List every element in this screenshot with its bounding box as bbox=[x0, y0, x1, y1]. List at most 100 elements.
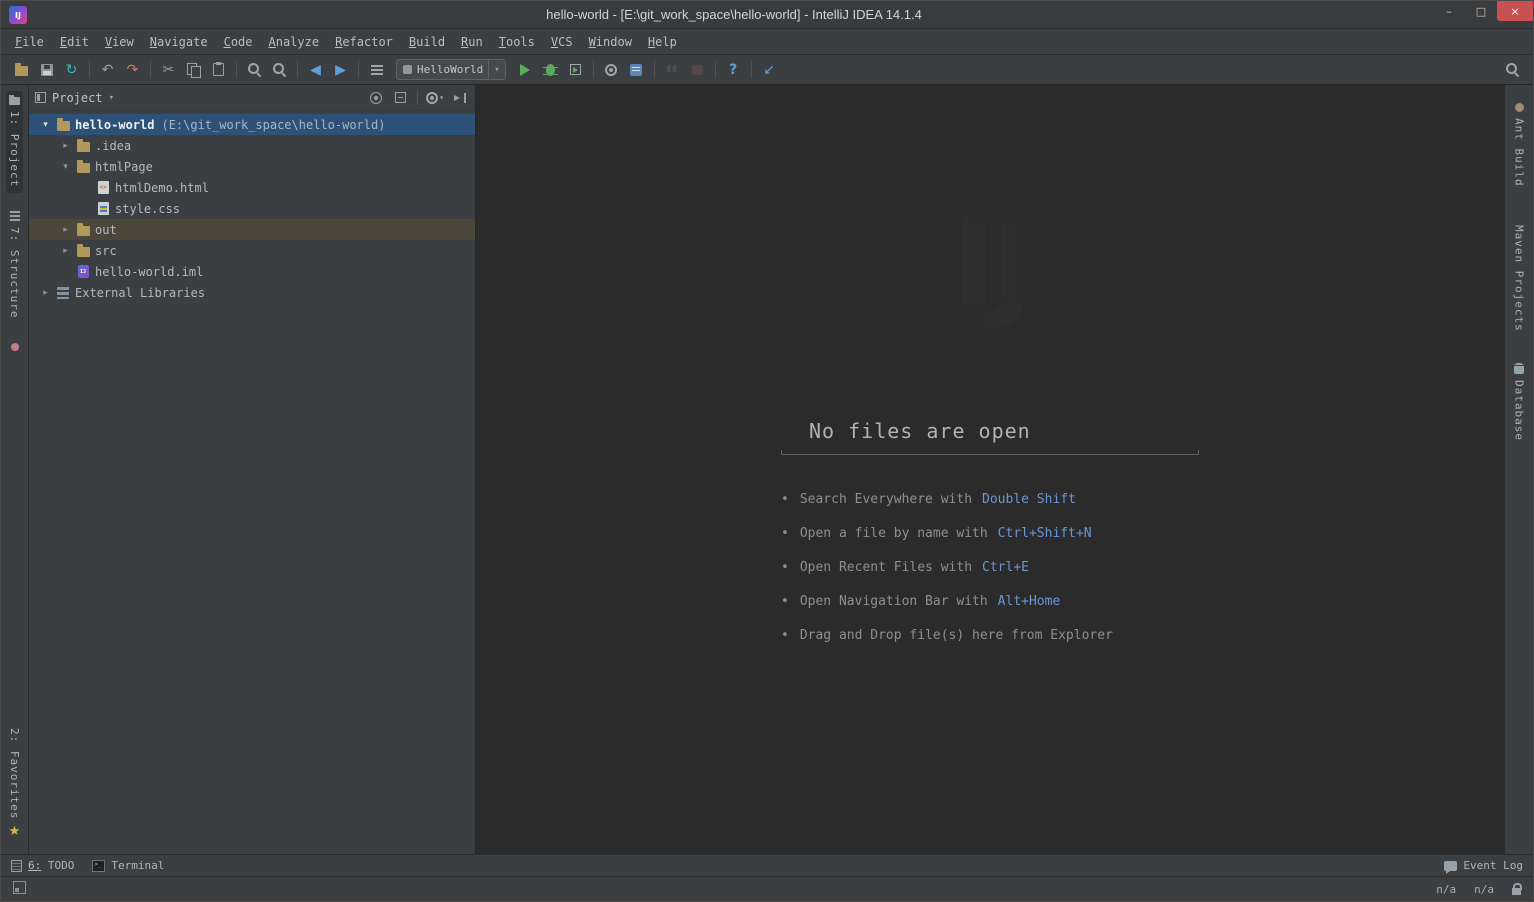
bullet: • bbox=[781, 525, 789, 541]
menu-file[interactable]: File bbox=[7, 31, 52, 53]
minimize-button[interactable]: – bbox=[1433, 1, 1465, 21]
folder-icon bbox=[74, 222, 92, 236]
tool-window-label: Maven Projects bbox=[1512, 224, 1526, 332]
tree-item-hello-world[interactable]: ▾ hello-world (E:\git_work_space\hello-wor… bbox=[29, 114, 475, 135]
menu-tools[interactable]: Tools bbox=[491, 31, 543, 53]
library-icon bbox=[54, 286, 72, 299]
tool-window-button-database[interactable]: Database bbox=[1511, 357, 1528, 447]
run-config-icon bbox=[403, 65, 412, 74]
tool-window-button-1-project[interactable]: 1: Project bbox=[6, 91, 23, 194]
menu-vcs[interactable]: VCS bbox=[543, 31, 581, 53]
project-view-select[interactable]: Project ▾ bbox=[52, 91, 114, 105]
replace-icon[interactable] bbox=[267, 58, 292, 82]
copy-icon[interactable] bbox=[181, 58, 206, 82]
tree-item-src[interactable]: ▸ src bbox=[29, 240, 475, 261]
bullet: • bbox=[781, 593, 789, 609]
hide-panel-icon[interactable] bbox=[449, 88, 469, 108]
toolbar-separator bbox=[89, 61, 90, 78]
editor-area[interactable]: IJ No files are open • Search Everywhere … bbox=[476, 85, 1504, 854]
menu-window[interactable]: Window bbox=[581, 31, 640, 53]
tool-window-button-todo[interactable]: 6: TODO bbox=[11, 859, 74, 872]
menu-analyze[interactable]: Analyze bbox=[261, 31, 328, 53]
panel-actions: ▾ bbox=[366, 88, 469, 108]
menu-code[interactable]: Code bbox=[216, 31, 261, 53]
expand-arrow-icon[interactable]: ▸ bbox=[57, 225, 74, 235]
expand-arrow-icon[interactable]: ▾ bbox=[57, 162, 74, 172]
redo-icon[interactable]: ↷ bbox=[120, 58, 145, 82]
toolbar-separator bbox=[236, 61, 237, 78]
expand-arrow-icon[interactable]: ▾ bbox=[37, 120, 54, 130]
tool-window-button-7-structure[interactable]: 7: Structure bbox=[6, 205, 23, 324]
tree-item-style-css[interactable]: style.css bbox=[29, 198, 475, 219]
scroll-from-source-icon[interactable] bbox=[366, 88, 386, 108]
tool-window-label: Ant Build bbox=[1512, 118, 1526, 187]
toolbar-separator bbox=[653, 61, 655, 78]
expand-arrow-icon[interactable]: ▸ bbox=[57, 246, 74, 256]
intellij-logo-icon: IJ bbox=[9, 6, 27, 24]
help-icon[interactable]: ? bbox=[721, 58, 746, 82]
collapse-all-icon[interactable] bbox=[390, 88, 410, 108]
css-icon bbox=[94, 202, 112, 215]
back-icon[interactable]: ◀ bbox=[303, 58, 328, 82]
tool-window-button-terminal[interactable]: Terminal bbox=[92, 859, 164, 872]
settings-gear-icon[interactable]: ▾ bbox=[425, 88, 445, 108]
bullet: • bbox=[781, 559, 789, 575]
menu-refactor[interactable]: Refactor bbox=[327, 31, 401, 53]
coverage-icon[interactable] bbox=[563, 58, 588, 82]
compile-icon[interactable] bbox=[364, 58, 389, 82]
find-icon[interactable] bbox=[242, 58, 267, 82]
tool-window-button-ant-build[interactable]: Ant Build bbox=[1511, 97, 1528, 193]
tree-item-htmldemo-html[interactable]: <> htmlDemo.html bbox=[29, 177, 475, 198]
tree-item-hello-world-iml[interactable]: IJ hello-world.iml bbox=[29, 261, 475, 282]
tool-window-button-captures[interactable] bbox=[9, 337, 21, 357]
menu-build[interactable]: Build bbox=[401, 31, 453, 53]
undo-icon[interactable]: ↶ bbox=[95, 58, 120, 82]
tool-window-label: 2: Favorites bbox=[8, 727, 21, 819]
maximize-button[interactable]: □ bbox=[1465, 1, 1497, 21]
run-icon[interactable] bbox=[513, 58, 538, 82]
tree-item-external-libraries[interactable]: ▸ External Libraries bbox=[29, 282, 475, 303]
main-area: 1: Project 7: Structure 2: Favorites ★ Proj… bbox=[1, 85, 1533, 854]
project-tree: ▾ hello-world (E:\git_work_space\hello-wor… bbox=[29, 111, 475, 303]
tool-window-toggle-icon[interactable] bbox=[13, 881, 26, 897]
settings-icon[interactable] bbox=[599, 58, 624, 82]
paste-icon[interactable] bbox=[206, 58, 231, 82]
close-button[interactable]: × bbox=[1497, 1, 1533, 21]
menu-navigate[interactable]: Navigate bbox=[142, 31, 216, 53]
update-project-icon[interactable]: ↙ bbox=[757, 58, 782, 82]
line-ending-indicator[interactable]: n/a bbox=[1474, 883, 1494, 896]
forward-icon[interactable]: ▶ bbox=[328, 58, 353, 82]
open-icon[interactable] bbox=[9, 58, 34, 82]
save-icon[interactable] bbox=[34, 58, 59, 82]
tool-window-button-2-favorites[interactable]: 2: Favorites ★ bbox=[6, 722, 23, 844]
star-icon: ★ bbox=[8, 824, 21, 839]
project-structure-icon[interactable] bbox=[624, 58, 649, 82]
menu-help[interactable]: Help bbox=[640, 31, 685, 53]
tool-window-button-maven-projects[interactable]: Maven Projects bbox=[1511, 213, 1528, 338]
folder-icon bbox=[74, 243, 92, 257]
tree-item-idea[interactable]: ▸ .idea bbox=[29, 135, 475, 156]
toolbar-separator bbox=[592, 61, 594, 78]
html-icon: <> bbox=[94, 181, 112, 194]
window-controls: – □ × bbox=[1433, 1, 1533, 28]
event-log-icon bbox=[1444, 860, 1458, 874]
menu-edit[interactable]: Edit bbox=[52, 31, 97, 53]
tree-item-out[interactable]: ▸ out bbox=[29, 219, 475, 240]
sync-icon[interactable]: ↻ bbox=[59, 58, 84, 82]
run-configuration-select[interactable]: HelloWorld ▾ bbox=[396, 59, 506, 80]
terminal-icon bbox=[92, 859, 106, 872]
caret-position[interactable]: n/a bbox=[1436, 883, 1456, 896]
search-icon[interactable] bbox=[1500, 58, 1525, 82]
expand-arrow-icon[interactable]: ▸ bbox=[57, 141, 74, 151]
menu-view[interactable]: View bbox=[97, 31, 142, 53]
readonly-lock-icon[interactable] bbox=[1512, 882, 1522, 895]
expand-arrow-icon[interactable]: ▸ bbox=[37, 288, 54, 298]
debug-icon[interactable] bbox=[538, 58, 563, 82]
cut-icon[interactable]: ✂ bbox=[156, 58, 181, 82]
tree-item-htmlpage[interactable]: ▾ htmlPage bbox=[29, 156, 475, 177]
menu-run[interactable]: Run bbox=[453, 31, 491, 53]
project-panel-icon bbox=[35, 92, 46, 103]
tree-item-label: style.css bbox=[115, 201, 181, 216]
tip-shortcut: Ctrl+E bbox=[982, 559, 1029, 575]
event-log-button[interactable]: Event Log bbox=[1444, 859, 1523, 874]
